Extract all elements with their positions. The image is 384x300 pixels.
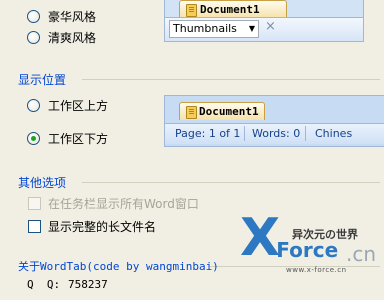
close-icon[interactable]: × <box>265 19 276 34</box>
status-language: Chines <box>315 127 353 140</box>
position-bottom-label: 工作区下方 <box>48 132 109 146</box>
qq-value: 758237 <box>68 278 108 291</box>
show-all-windows-label: 在任务栏显示所有Word窗口 <box>48 197 199 211</box>
position-bottom-radio[interactable] <box>27 132 40 145</box>
position-group-title: 显示位置 <box>18 73 67 87</box>
status-bar: Page: 1 of 1 Words: 0 Chines <box>165 123 384 144</box>
show-all-windows-checkbox[interactable] <box>28 197 41 210</box>
qq-label: Q Q: <box>27 278 61 291</box>
position-group-border <box>82 79 380 80</box>
full-filename-checkbox[interactable] <box>28 220 41 233</box>
style-option1-label: 豪华风格 <box>48 10 97 24</box>
other-group-border <box>82 182 380 183</box>
status-words: Words: 0 <box>252 127 301 140</box>
style-preview: Document1 Thumbnails ▼ × <box>164 0 364 42</box>
watermark-cn: .cn <box>346 242 377 266</box>
position-top-radio[interactable] <box>27 99 40 112</box>
thumbnails-dropdown[interactable]: Thumbnails ▼ <box>169 20 259 38</box>
other-group-title: 其他选项 <box>18 176 67 190</box>
style-option2-label: 清爽风格 <box>48 31 97 45</box>
style-option1-radio[interactable] <box>27 10 40 23</box>
document-icon <box>186 4 197 17</box>
style-option2-radio[interactable] <box>27 31 40 44</box>
watermark-force: -Force <box>268 238 339 262</box>
style-preview-doc-tab: Document1 <box>179 0 287 18</box>
position-top-label: 工作区上方 <box>48 99 109 113</box>
watermark-url: www.x-force.cn <box>286 266 347 274</box>
position-preview-doc-tab: Document1 <box>179 102 265 120</box>
x-force-watermark: X 异次元の世界 -Force .cn www.x-force.cn <box>240 212 384 300</box>
full-filename-label: 显示完整的长文件名 <box>48 220 157 234</box>
position-preview: Document1 Page: 1 of 1 Words: 0 Chines <box>164 95 384 147</box>
document-icon <box>186 106 197 119</box>
status-page: Page: 1 of 1 <box>175 127 241 140</box>
chevron-down-icon: ▼ <box>248 24 255 33</box>
about-group-title: 关于WordTab(code by wangminbai) <box>18 260 219 273</box>
